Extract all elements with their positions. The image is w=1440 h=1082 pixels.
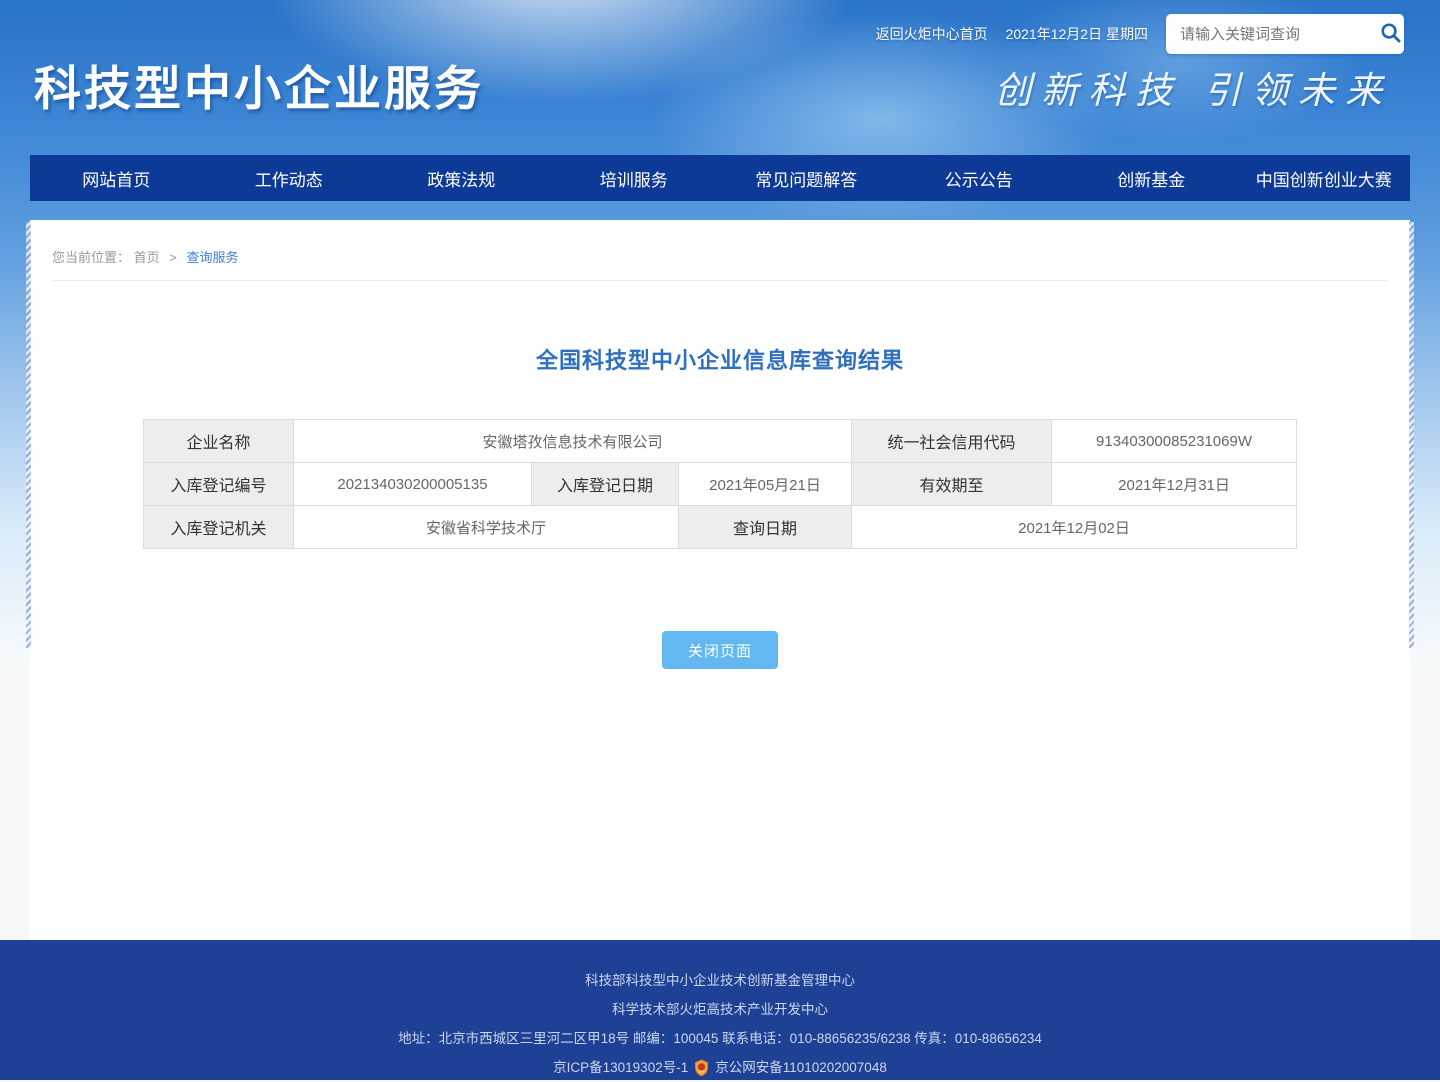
site-slogan: 创新科技 引领未来 [994,60,1392,114]
company-name-label: 企业名称 [143,420,293,463]
company-name-value: 安徽塔孜信息技术有限公司 [293,420,851,463]
valid-until-label: 有效期至 [852,463,1052,506]
registration-date-label: 入库登记日期 [531,463,678,506]
nav-item-training[interactable]: 培训服务 [548,155,721,201]
registration-number-value: 202134030200005135 [293,463,531,506]
search-button[interactable] [1379,21,1402,47]
content-card: 您当前位置： 首页 > 查询服务 全国科技型中小企业信息库查询结果 企业名称 安… [30,220,1410,940]
search-icon [1379,21,1402,47]
breadcrumb-prefix: 您当前位置： [52,250,130,265]
query-result-table: 企业名称 安徽塔孜信息技术有限公司 统一社会信用代码 9134030008523… [143,419,1297,549]
breadcrumb: 您当前位置： 首页 > 查询服务 [52,220,1388,281]
footer-contact-line: 地址：北京市西城区三里河二区甲18号 邮编：100045 联系电话：010-88… [0,1024,1440,1053]
table-row: 入库登记机关 安徽省科学技术厅 查询日期 2021年12月02日 [143,506,1296,549]
search-input[interactable] [1180,26,1379,43]
table-row: 企业名称 安徽塔孜信息技术有限公司 统一社会信用代码 9134030008523… [143,420,1296,463]
page-footer: 科技部科技型中小企业技术创新基金管理中心 科学技术部火炬高技术产业开发中心 地址… [0,940,1440,1080]
table-row: 入库登记编号 202134030200005135 入库登记日期 2021年05… [143,463,1296,506]
nav-item-innovation-fund[interactable]: 创新基金 [1065,155,1238,201]
search-box [1166,14,1404,54]
registration-authority-label: 入库登记机关 [143,506,293,549]
nav-item-home[interactable]: 网站首页 [30,155,203,201]
police-record-link[interactable]: 京公网安备11010202007048 [715,1053,887,1082]
torch-center-home-link[interactable]: 返回火炬中心首页 [876,24,988,44]
close-page-button[interactable]: 关闭页面 [662,631,778,669]
breadcrumb-current-link[interactable]: 查询服务 [187,250,239,265]
registration-authority-value: 安徽省科学技术厅 [293,506,678,549]
registration-number-label: 入库登记编号 [143,463,293,506]
credit-code-value: 91340300085231069W [1052,420,1297,463]
valid-until-value: 2021年12月31日 [1052,463,1297,506]
query-date-label: 查询日期 [678,506,851,549]
nav-item-work-news[interactable]: 工作动态 [203,155,376,201]
footer-org-line-1: 科技部科技型中小企业技术创新基金管理中心 [0,966,1440,995]
icp-license-link[interactable]: 京ICP备13019302号-1 [553,1053,688,1082]
current-date: 2021年12月2日 星期四 [1006,24,1148,44]
breadcrumb-home-link[interactable]: 首页 [134,250,160,265]
footer-org-line-2: 科学技术部火炬高技术产业开发中心 [0,995,1440,1024]
site-logo[interactable]: 科技型中小企业服务 [34,50,484,119]
nav-item-announcements[interactable]: 公示公告 [893,155,1066,201]
footer-icp-line: 京ICP备13019302号-1 京公网安备11010202007048 [0,1053,1440,1082]
nav-item-competition[interactable]: 中国创新创业大赛 [1238,155,1411,201]
credit-code-label: 统一社会信用代码 [852,420,1052,463]
page-title: 全国科技型中小企业信息库查询结果 [30,343,1410,375]
top-bar: 返回火炬中心首页 2021年12月2日 星期四 [876,13,1404,55]
registration-date-value: 2021年05月21日 [678,463,851,506]
main-nav: 网站首页 工作动态 政策法规 培训服务 常见问题解答 公示公告 创新基金 中国创… [30,155,1410,201]
query-date-value: 2021年12月02日 [852,506,1297,549]
police-badge-icon [693,1059,710,1077]
nav-item-faq[interactable]: 常见问题解答 [720,155,893,201]
breadcrumb-separator: > [169,250,177,265]
nav-item-policies[interactable]: 政策法规 [375,155,548,201]
